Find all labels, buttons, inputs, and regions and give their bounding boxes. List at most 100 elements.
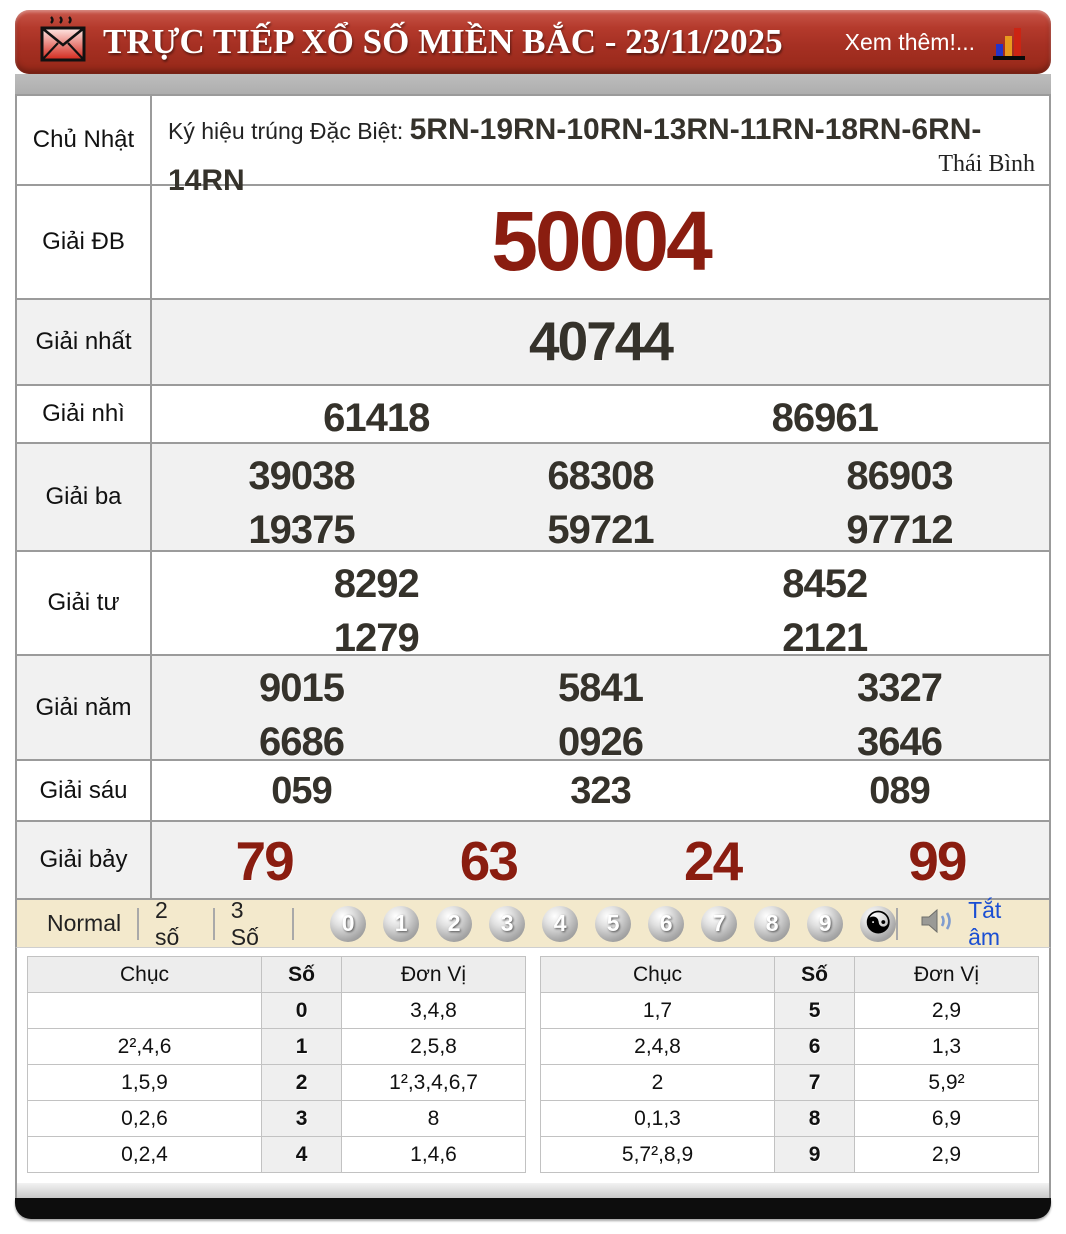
tens-cell: 1,5,9 — [26, 1064, 263, 1101]
table-row: 0 3,4,8 — [26, 992, 526, 1029]
mute-label: Tắt âm — [968, 896, 1002, 950]
digit-cell: 1 — [261, 1028, 343, 1065]
prize-label: Giải nhì — [15, 384, 152, 444]
units-cell: 5,9² — [854, 1064, 1039, 1101]
units-cell: 6,9 — [854, 1100, 1039, 1137]
prize-label: Giải ba — [15, 442, 152, 552]
table-row: Giải sáu 059 323 089 — [15, 759, 1051, 822]
mode-normal[interactable]: Normal — [31, 910, 137, 937]
ball-2[interactable]: 2 — [436, 905, 473, 942]
prize-label: Giải ĐB — [15, 184, 152, 300]
prize-label: Giải tư — [15, 550, 152, 656]
prize-number: 9015 — [259, 666, 345, 710]
control-bar: Normal 2 số 3 Số 0 1 2 3 4 5 6 7 8 9 ☯ T… — [15, 897, 1051, 951]
prize-number: 86961 — [771, 396, 879, 440]
prize-label: Giải bảy — [15, 820, 152, 900]
table-row: 2,4,8 6 1,3 — [539, 1028, 1039, 1065]
units-cell: 8 — [341, 1100, 526, 1137]
prize-number: 50004 — [491, 194, 713, 289]
envelope-icon — [39, 15, 87, 70]
stats-table-left: Chục Số Đơn Vị 0 3,4,8 2²,4,6 1 2,5,8 1,… — [26, 956, 526, 1173]
mode-2-digits[interactable]: 2 số — [139, 897, 213, 951]
units-cell: 1,3 — [854, 1028, 1039, 1065]
lottery-widget: TRỰC TIẾP XỔ SỐ MIỀN BẮC - 23/11/2025 Xe… — [15, 10, 1051, 1219]
table-row: Giải năm 9015 5841 3327 6686 0926 3646 — [15, 654, 1051, 764]
prize-number: 059 — [271, 770, 332, 812]
table-row: 2 7 5,9² — [539, 1064, 1039, 1101]
prize-number: 86903 — [846, 454, 953, 498]
ball-8[interactable]: 8 — [754, 905, 791, 942]
mode-3-digits[interactable]: 3 Số — [215, 897, 292, 951]
tens-cell — [26, 992, 263, 1029]
prize-number: 63 — [459, 830, 519, 892]
see-more-link[interactable]: Xem thêm!... — [845, 29, 975, 56]
tens-cell: 0,2,4 — [26, 1136, 263, 1173]
prize-number: 59721 — [547, 508, 654, 552]
prize-number: 6686 — [259, 720, 345, 764]
digit-cell: 2 — [261, 1064, 343, 1101]
prize-number: 2121 — [782, 616, 868, 660]
units-cell: 3,4,8 — [341, 992, 526, 1029]
prize-number: 3327 — [857, 666, 943, 710]
table-row: 2²,4,6 1 2,5,8 — [26, 1028, 526, 1065]
units-cell: 2,5,8 — [341, 1028, 526, 1065]
ball-7[interactable]: 7 — [701, 905, 738, 942]
ball-1[interactable]: 1 — [383, 905, 420, 942]
ball-5[interactable]: 5 — [595, 905, 632, 942]
column-header: Đơn Vị — [854, 956, 1039, 993]
prize-number: 5841 — [558, 666, 644, 710]
yin-yang-icon[interactable]: ☯ — [860, 905, 897, 942]
table-row: Giải nhì 61418 86961 — [15, 384, 1051, 444]
prize-label: Giải sáu — [15, 759, 152, 822]
digit-cell: 6 — [774, 1028, 856, 1065]
stats-table-right: Chục Số Đơn Vị 1,7 5 2,9 2,4,8 6 1,3 2 7… — [539, 956, 1039, 1173]
ball-3[interactable]: 3 — [489, 905, 526, 942]
column-header: Số — [261, 956, 343, 993]
prize-number: 8452 — [782, 562, 868, 606]
prize-number: 1279 — [333, 616, 420, 660]
ball-4[interactable]: 4 — [542, 905, 579, 942]
digit-cell: 0 — [261, 992, 343, 1029]
tens-cell: 0,2,6 — [26, 1100, 263, 1137]
ball-9[interactable]: 9 — [807, 905, 844, 942]
tens-cell: 5,7²,8,9 — [539, 1136, 776, 1173]
prize-number: 3646 — [857, 720, 943, 764]
ball-0[interactable]: 0 — [330, 905, 367, 942]
number-balls: 0 1 2 3 4 5 6 7 8 9 ☯ — [330, 905, 897, 942]
prize-number: 39038 — [248, 454, 355, 498]
tens-cell: 2²,4,6 — [26, 1028, 263, 1065]
prize-number: 99 — [908, 830, 967, 892]
units-cell: 1,4,6 — [341, 1136, 526, 1173]
bar-chart-icon[interactable] — [991, 22, 1027, 62]
special-symbol-cell: Ký hiệu trúng Đặc Biệt: 5RN-19RN-10RN-13… — [152, 96, 1049, 197]
day-label: Chủ Nhật — [15, 94, 152, 186]
mute-button[interactable]: Tắt âm — [920, 897, 1035, 951]
tens-cell: 2,4,8 — [539, 1028, 776, 1065]
prize-number: 323 — [570, 770, 631, 812]
table-row: Giải bảy 79 63 24 99 — [15, 820, 1051, 900]
digit-cell: 8 — [774, 1100, 856, 1137]
prize-number: 0926 — [558, 720, 644, 764]
table-row: 1,7 5 2,9 — [539, 992, 1039, 1029]
header-bar: TRỰC TIẾP XỔ SỐ MIỀN BẮC - 23/11/2025 Xe… — [15, 10, 1051, 74]
digit-stats-section: Chục Số Đơn Vị 0 3,4,8 2²,4,6 1 2,5,8 1,… — [15, 948, 1051, 1183]
table-row: 0,2,4 4 1,4,6 — [26, 1136, 526, 1173]
footer-bottom-bar — [15, 1198, 1051, 1219]
digit-cell: 9 — [774, 1136, 856, 1173]
footer-gradient-strip — [15, 1183, 1051, 1198]
table-row: 5,7²,8,9 9 2,9 — [539, 1136, 1039, 1173]
prize-number: 8292 — [333, 562, 420, 606]
tens-cell: 1,7 — [539, 992, 776, 1029]
prize-number: 97712 — [846, 508, 953, 552]
table-row: Giải tư 8292 8452 1279 2121 — [15, 550, 1051, 660]
digit-cell: 4 — [261, 1136, 343, 1173]
digit-cell: 5 — [774, 992, 856, 1029]
table-row: Chục Số Đơn Vị — [539, 956, 1039, 993]
page-title: TRỰC TIẾP XỔ SỐ MIỀN BẮC - 23/11/2025 — [103, 22, 783, 61]
column-header: Chục — [26, 956, 263, 993]
prize-label: Giải năm — [15, 654, 152, 761]
ball-6[interactable]: 6 — [648, 905, 685, 942]
speaker-icon — [920, 907, 960, 940]
tens-cell: 2 — [539, 1064, 776, 1101]
table-row: 1,5,9 2 1²,3,4,6,7 — [26, 1064, 526, 1101]
